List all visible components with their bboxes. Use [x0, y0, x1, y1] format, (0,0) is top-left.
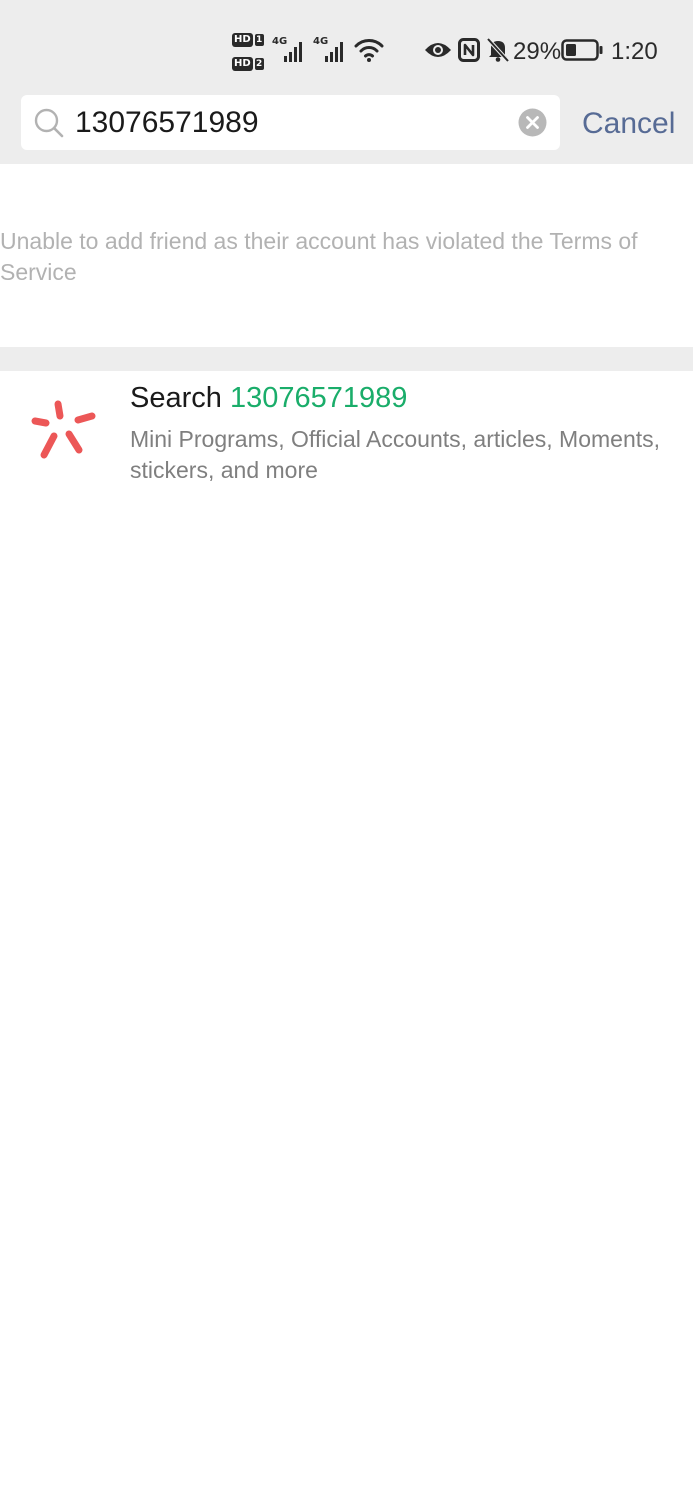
search-logo-icon [30, 396, 98, 464]
wifi-icon [354, 36, 384, 64]
status-bar: HD 1 HD 2 4G 4G 29% 1:20 [0, 0, 693, 96]
signal-sim2-icon: 4G [313, 36, 351, 62]
result-title: Search 13076571989 [130, 379, 407, 417]
bell-off-icon [485, 36, 511, 64]
eye-icon [424, 38, 452, 62]
result-keyword: 13076571989 [229, 382, 408, 414]
section-divider [0, 347, 693, 371]
account-violation-notice: Unable to add friend as their account ha… [0, 228, 638, 285]
cancel-button[interactable]: Cancel [572, 104, 682, 144]
sim2-number: 2 [254, 58, 264, 70]
battery-percent: 29% [513, 38, 562, 65]
search-icon [33, 107, 65, 139]
sim1-number: 1 [254, 34, 264, 46]
search-box[interactable] [21, 95, 560, 150]
sim1-hd-label: HD [232, 33, 253, 47]
nfc-icon [457, 37, 481, 63]
search-input[interactable] [75, 95, 505, 150]
result-description: Mini Programs, Official Accounts, articl… [130, 426, 661, 483]
signal-sim1-icon: 4G [272, 36, 310, 62]
battery-icon [561, 38, 603, 62]
search-more-result[interactable]: Search 13076571989 Mini Programs, Offici… [0, 371, 693, 491]
sim2-hd-label: HD [232, 57, 253, 71]
dual-sim-indicator: HD 1 HD 2 [232, 32, 266, 72]
result-title-prefix: Search [130, 382, 222, 414]
clock: 1:20 [611, 38, 658, 65]
clear-icon[interactable] [518, 108, 547, 137]
